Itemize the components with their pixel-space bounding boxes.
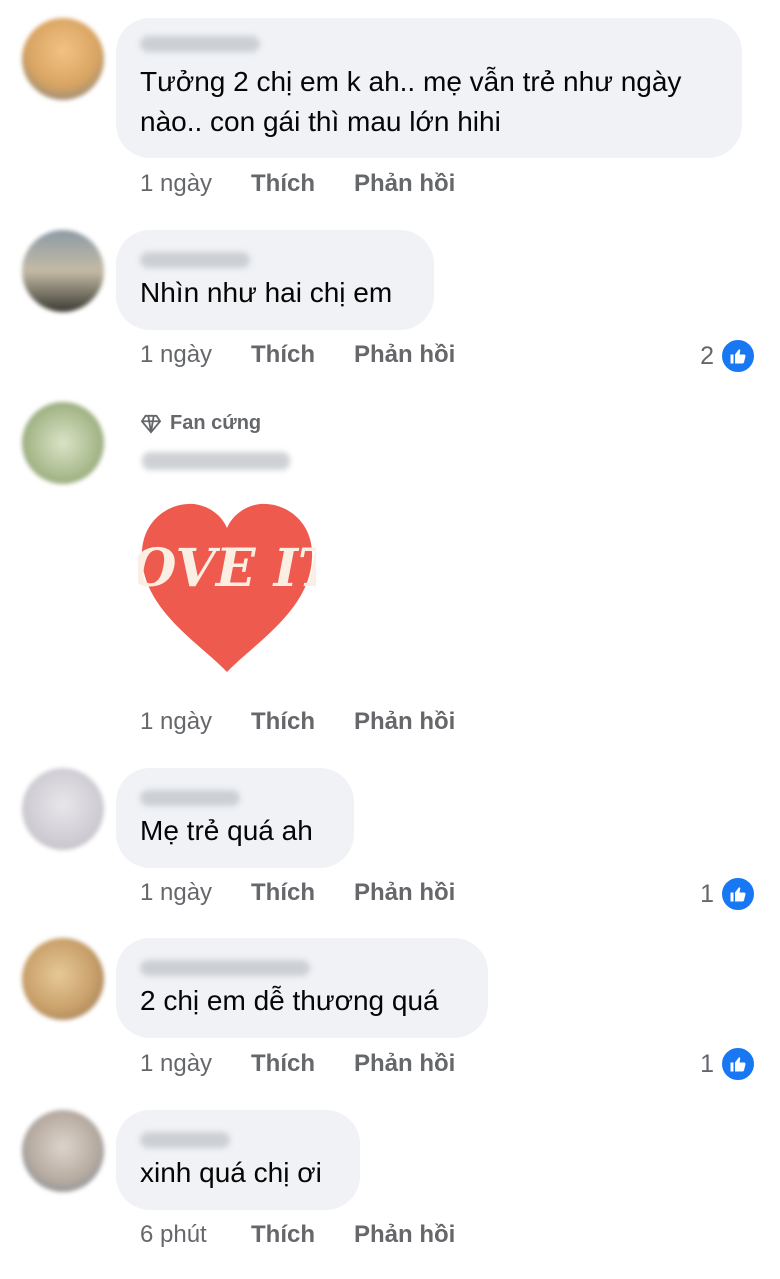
like-button[interactable]: Thích	[251, 1221, 354, 1249]
commenter-name[interactable]	[140, 960, 310, 976]
avatar[interactable]	[22, 18, 104, 100]
avatar[interactable]	[22, 768, 104, 850]
fan-badge-label: Fan cứng	[170, 412, 262, 434]
comment-text: Tưởng 2 chị em k ah.. mẹ vẫn trẻ như ngà…	[140, 66, 682, 137]
like-thumb-icon	[720, 876, 756, 912]
fan-badge: Fan cứng	[140, 412, 261, 435]
comment-bubble: Nhìn như hai chị em	[116, 230, 434, 330]
commenter-name[interactable]	[140, 1132, 230, 1148]
reaction-number: 2	[700, 341, 714, 370]
reply-button[interactable]: Phản hồi	[354, 1221, 455, 1249]
comment-text: Mẹ trẻ quá ah	[140, 815, 313, 846]
comment-time: 1 ngày	[140, 341, 213, 368]
avatar[interactable]	[22, 938, 104, 1020]
reaction-count[interactable]: 1	[700, 1046, 756, 1082]
like-button[interactable]: Thích	[251, 879, 354, 907]
commenter-name[interactable]	[140, 36, 260, 52]
reaction-number: 1	[700, 879, 714, 908]
like-button[interactable]: Thích	[251, 341, 354, 369]
comment-bubble: xinh quá chị ơi	[116, 1110, 360, 1210]
comment-time: 6 phút	[140, 1221, 207, 1248]
comment-time: 1 ngày	[140, 879, 213, 906]
commenter-name[interactable]	[140, 790, 240, 806]
avatar[interactable]	[22, 1110, 104, 1192]
commenter-name[interactable]	[142, 452, 290, 470]
comment-text: 2 chị em dễ thương quá	[140, 985, 439, 1016]
comment-time: 1 ngày	[140, 708, 213, 735]
reply-button[interactable]: Phản hồi	[354, 879, 455, 907]
avatar[interactable]	[22, 402, 104, 484]
comment-time: 1 ngày	[140, 170, 213, 197]
reply-button[interactable]: Phản hồi	[354, 1050, 455, 1078]
comment-time: 1 ngày	[140, 1050, 213, 1077]
love-it-sticker[interactable]: LOVE IT!	[93, 500, 359, 676]
reply-button[interactable]: Phản hồi	[354, 708, 455, 736]
like-button[interactable]: Thích	[251, 170, 354, 198]
comment-text: xinh quá chị ơi	[140, 1157, 322, 1188]
reply-button[interactable]: Phản hồi	[354, 170, 455, 198]
reaction-count[interactable]: 2	[700, 338, 756, 374]
like-button[interactable]: Thích	[251, 708, 354, 736]
comment-bubble: Tưởng 2 chị em k ah.. mẹ vẫn trẻ như ngà…	[116, 18, 742, 158]
comment-bubble: 2 chị em dễ thương quá	[116, 938, 488, 1038]
comment-text: Nhìn như hai chị em	[140, 277, 393, 308]
like-thumb-icon	[720, 1046, 756, 1082]
reaction-number: 1	[700, 1049, 714, 1078]
reply-button[interactable]: Phản hồi	[354, 341, 455, 369]
diamond-icon	[140, 414, 162, 434]
like-button[interactable]: Thích	[251, 1050, 354, 1078]
comment-bubble: Mẹ trẻ quá ah	[116, 768, 354, 868]
sticker-text: LOVE IT!	[138, 538, 316, 599]
like-thumb-icon	[720, 338, 756, 374]
avatar[interactable]	[22, 230, 104, 312]
commenter-name[interactable]	[140, 252, 250, 268]
reaction-count[interactable]: 1	[700, 876, 756, 912]
